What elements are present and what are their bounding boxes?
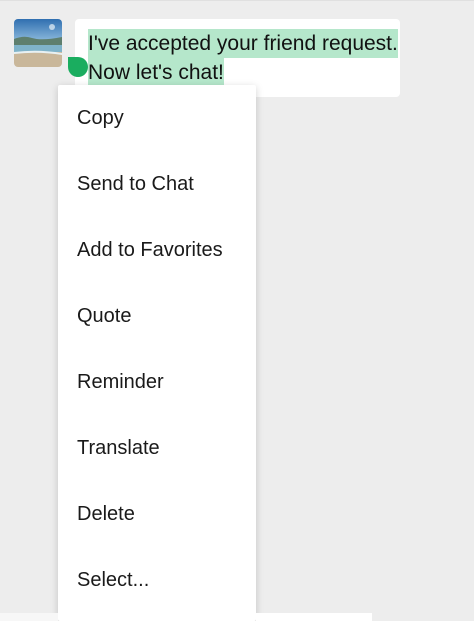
message-text[interactable]: I've accepted your friend request. Now l… — [88, 29, 398, 87]
menu-item-translate[interactable]: Translate — [58, 415, 256, 481]
menu-item-quote[interactable]: Quote — [58, 283, 256, 349]
menu-item-add-to-favorites[interactable]: Add to Favorites — [58, 217, 256, 283]
text-selection-handle-icon[interactable] — [68, 57, 88, 77]
message-line-2: Now let's chat! — [88, 58, 224, 87]
context-menu: Copy Send to Chat Add to Favorites Quote… — [58, 85, 256, 621]
beach-photo-avatar-icon — [14, 19, 62, 67]
menu-item-delete[interactable]: Delete — [58, 481, 256, 547]
menu-item-copy[interactable]: Copy — [58, 85, 256, 151]
menu-item-reminder[interactable]: Reminder — [58, 349, 256, 415]
contact-avatar[interactable] — [14, 19, 62, 67]
message-line-1: I've accepted your friend request. — [88, 29, 398, 58]
menu-item-select[interactable]: Select... — [58, 547, 256, 613]
chat-screen: I've accepted your friend request. Now l… — [0, 0, 474, 621]
menu-item-send-to-chat[interactable]: Send to Chat — [58, 151, 256, 217]
